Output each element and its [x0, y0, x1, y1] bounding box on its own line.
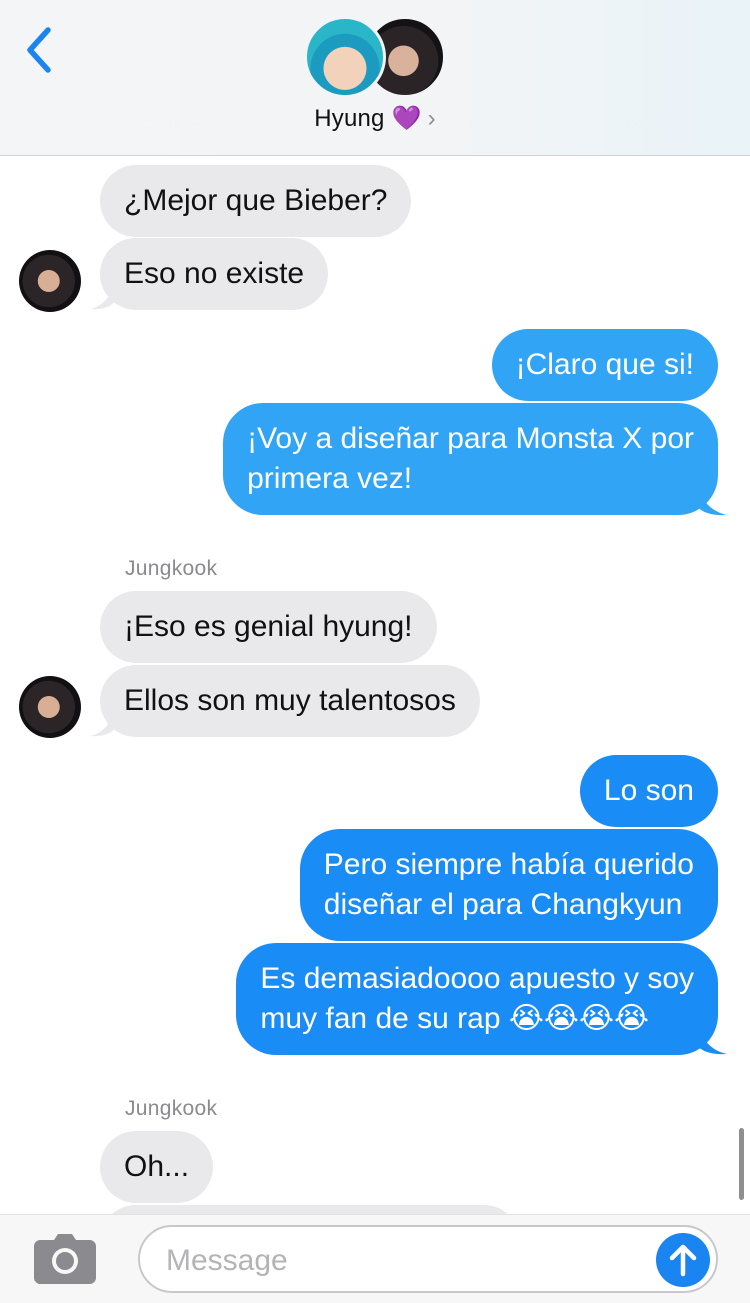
camera-button[interactable]	[34, 1234, 96, 1284]
camera-icon	[34, 1234, 96, 1284]
message-input[interactable]	[166, 1241, 636, 1281]
scrollbar[interactable]	[739, 1128, 744, 1200]
message-text: Es demasiadoooo apuesto y soy	[260, 962, 694, 995]
contact-name-button[interactable]: Hyung 💜 ›	[0, 104, 750, 133]
message-text: Pero siempre había querido	[323, 848, 694, 881]
bubble-tail	[90, 274, 116, 310]
message-text: ¡Claro que si!	[515, 348, 694, 381]
sender-name: Jungkook	[125, 557, 218, 580]
avatar	[304, 16, 386, 98]
incoming-message[interactable]: ¿Mejor que Bieber?	[100, 165, 412, 237]
incoming-message[interactable]: Oh...	[100, 1131, 214, 1203]
sender-name: Jungkook	[125, 1097, 218, 1120]
conversation-header: Hyung 💜 ›	[0, 0, 750, 156]
incoming-message[interactable]: Ellos son muy talentosos	[100, 665, 480, 737]
outgoing-message[interactable]: ¡Claro que si!	[491, 329, 718, 401]
message-text: diseñar el para Changkyun	[323, 888, 683, 921]
send-button[interactable]	[656, 1233, 710, 1287]
compose-bar	[0, 1214, 750, 1303]
message-text: Eso no existe	[124, 257, 305, 290]
message-text: Oh...	[124, 1150, 190, 1183]
message-thread[interactable]: ¿Mejor que Bieber? Eso no existe ¡Claro …	[0, 156, 750, 1214]
back-button[interactable]	[20, 24, 60, 76]
chevron-left-icon	[27, 27, 51, 73]
bubble-tail	[697, 1017, 727, 1055]
bubble-tail	[697, 478, 727, 516]
avatar[interactable]	[19, 250, 81, 312]
message-field[interactable]	[138, 1225, 718, 1293]
message-text: ¡Eso es genial hyung!	[124, 610, 413, 643]
outgoing-message[interactable]: Pero siempre había querido diseñar el pa…	[299, 829, 718, 941]
message-text: Ellos son muy talentosos	[124, 684, 456, 717]
message-text: muy fan de su rap 😭😭😭😭	[260, 1002, 650, 1035]
message-text: ¿Mejor que Bieber?	[124, 184, 388, 217]
message-text: primera vez!	[247, 462, 413, 495]
incoming-message[interactable]: Eso no existe	[100, 238, 329, 310]
outgoing-message[interactable]: Lo son	[579, 755, 718, 827]
incoming-message[interactable]	[100, 1205, 520, 1214]
contact-name: Hyung 💜	[314, 105, 422, 132]
arrow-up-icon	[669, 1244, 697, 1277]
outgoing-message[interactable]: ¡Voy a diseñar para Monsta X por primera…	[223, 403, 718, 515]
incoming-message[interactable]: ¡Eso es genial hyung!	[100, 591, 437, 663]
avatar[interactable]	[19, 676, 81, 738]
message-text: ¡Voy a diseñar para Monsta X por	[247, 422, 694, 455]
chevron-right-icon: ›	[427, 105, 436, 132]
message-text: Lo son	[603, 774, 694, 807]
bubble-tail	[90, 701, 116, 737]
contact-avatars[interactable]	[304, 16, 449, 100]
outgoing-message[interactable]: Es demasiadoooo apuesto y soy muy fan de…	[236, 943, 718, 1055]
